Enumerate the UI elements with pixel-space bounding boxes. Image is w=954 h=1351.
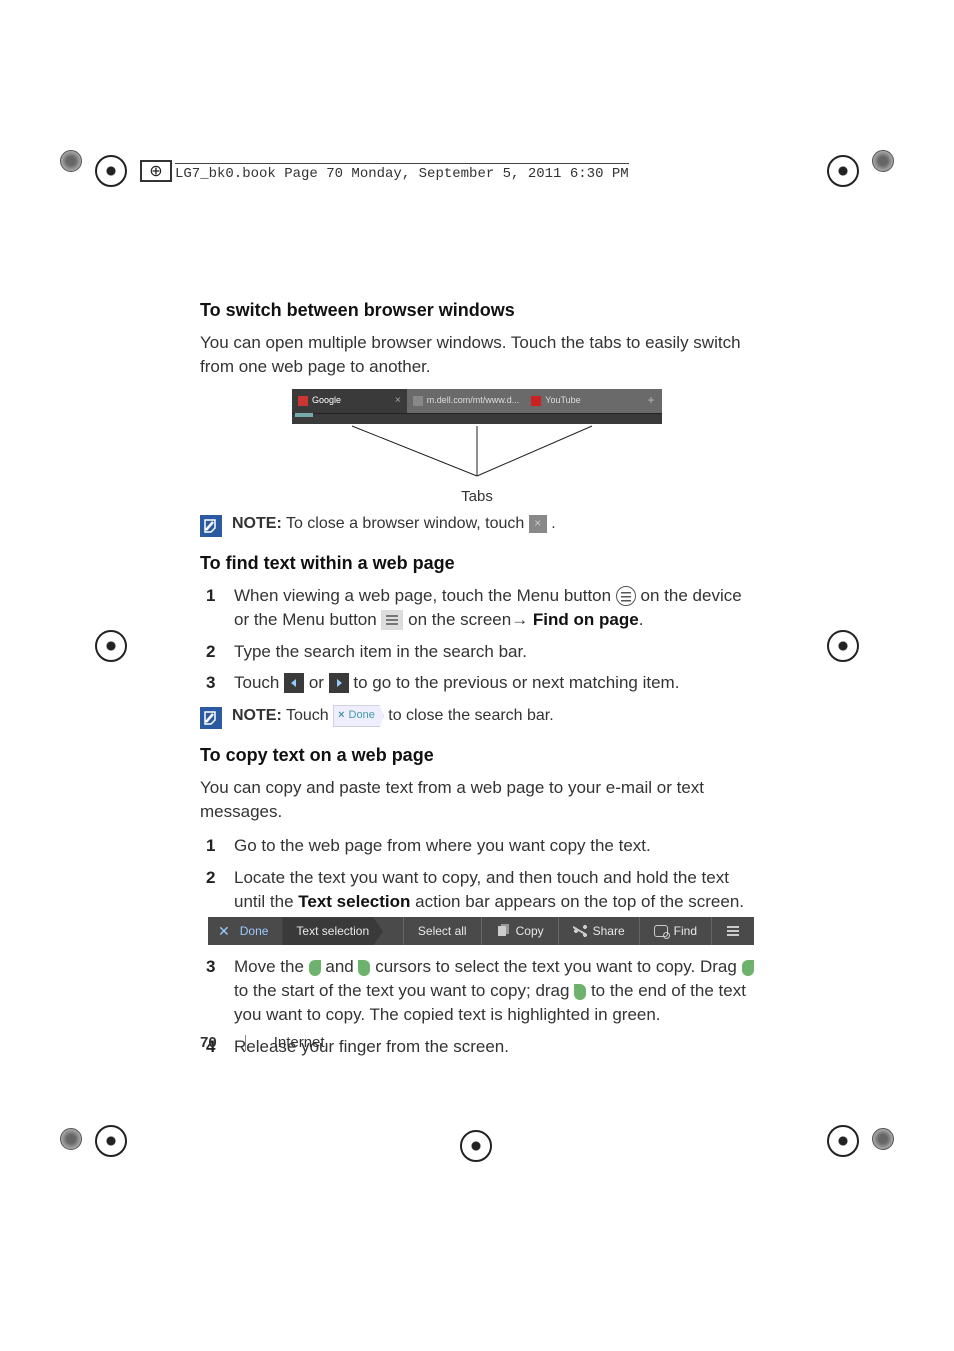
callout-lines — [292, 424, 662, 486]
tab-label: YouTube — [545, 394, 580, 407]
section-intro: You can open multiple browser windows. T… — [200, 331, 754, 379]
next-match-icon — [329, 673, 349, 693]
registration-mark — [827, 1125, 859, 1157]
browser-tab[interactable]: m.dell.com/mt/www.d... — [407, 389, 526, 413]
registration-mark — [460, 1130, 492, 1162]
selection-handle-left-icon — [309, 960, 321, 976]
prev-match-icon — [284, 673, 304, 693]
browser-tabbar: Google × m.dell.com/mt/www.d... YouTube … — [292, 389, 662, 413]
crop-dot — [60, 1128, 82, 1150]
section-heading: To copy text on a web page — [200, 743, 754, 768]
menu-icon — [726, 924, 740, 938]
actionbar-menu[interactable] — [711, 917, 754, 945]
frame-header: LG7_bk0.book Page 70 Monday, September 5… — [175, 163, 629, 182]
tabs-figure: Google × m.dell.com/mt/www.d... YouTube … — [287, 389, 667, 507]
actionbar-find[interactable]: Find — [639, 917, 711, 945]
step: Type the search item in the search bar. — [200, 640, 754, 664]
actionbar-select-all[interactable]: Select all — [403, 917, 481, 945]
step: Touch or to go to the previous or next m… — [200, 671, 754, 695]
share-icon — [573, 924, 587, 938]
crop-dot — [872, 1128, 894, 1150]
crop-dot — [60, 150, 82, 172]
note-text: NOTE: Touch ×Done to close the search ba… — [232, 705, 754, 728]
close-icon[interactable]: × — [395, 394, 401, 408]
header-crop-icon: ⊕ — [140, 160, 172, 182]
step: Locate the text you want to copy, and th… — [200, 866, 754, 946]
browser-tab-active[interactable]: Google × — [292, 389, 407, 413]
registration-mark — [95, 630, 127, 662]
menu-button-hardware-icon — [616, 586, 636, 606]
favicon-icon — [413, 396, 423, 406]
favicon-icon — [531, 396, 541, 406]
note-text: NOTE: To close a browser window, touch ×… — [232, 513, 754, 535]
note-icon — [200, 515, 222, 537]
copy-icon — [496, 924, 510, 938]
done-chip[interactable]: ×Done — [333, 705, 384, 727]
find-icon — [654, 925, 668, 937]
browser-tab[interactable]: YouTube — [525, 389, 640, 413]
note-icon — [200, 707, 222, 729]
registration-mark — [827, 630, 859, 662]
step: Move the and cursors to select the text … — [200, 955, 754, 1026]
section-intro: You can copy and paste text from a web p… — [200, 776, 754, 824]
registration-mark — [95, 1125, 127, 1157]
selection-handle-right-icon — [358, 960, 370, 976]
section-heading: To find text within a web page — [200, 551, 754, 576]
actionbar-copy[interactable]: Copy — [481, 917, 558, 945]
selection-handle-left-icon — [742, 960, 754, 976]
close-tab-icon[interactable]: × — [529, 515, 547, 533]
actionbar-share[interactable]: Share — [558, 917, 639, 945]
section-heading: To switch between browser windows — [200, 298, 754, 323]
step: Go to the web page from where you want c… — [200, 834, 754, 858]
tab-label: m.dell.com/mt/www.d... — [427, 394, 520, 407]
new-tab-button[interactable]: + — [640, 389, 662, 413]
actionbar-title: Text selection — [282, 917, 383, 945]
page-footer: 70 Internet — [200, 1034, 325, 1051]
actionbar-done[interactable]: Done — [240, 923, 283, 940]
registration-mark — [827, 155, 859, 187]
selection-handle-right-icon — [574, 984, 586, 1000]
menu-button-software-icon — [381, 610, 403, 630]
step: When viewing a web page, touch the Menu … — [200, 584, 754, 632]
figure-caption: Tabs — [287, 486, 667, 507]
page-number: 70 — [200, 1034, 217, 1051]
favicon-icon — [298, 396, 308, 406]
registration-mark — [95, 155, 127, 187]
crop-dot — [872, 150, 894, 172]
actionbar-close-icon[interactable]: ✕ — [208, 922, 240, 942]
text-selection-actionbar: ✕ Done Text selection Select all Copy Sh… — [208, 917, 754, 945]
tab-label: Google — [312, 394, 341, 407]
chapter-name: Internet — [274, 1034, 325, 1051]
